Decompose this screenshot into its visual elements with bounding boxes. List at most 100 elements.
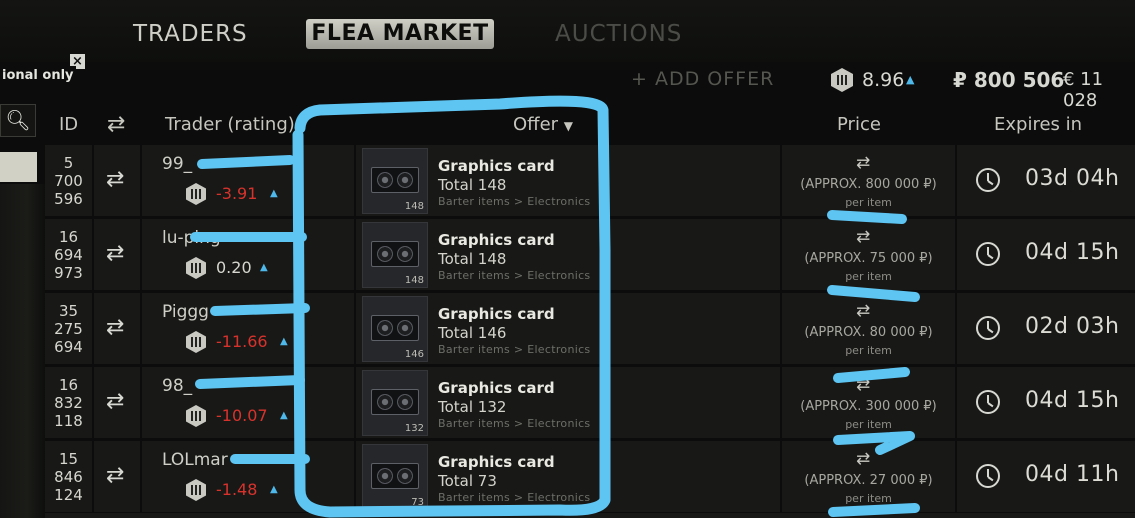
trader-cell[interactable]: LOLmar -1.48 ▲	[142, 441, 354, 512]
rating-coin-icon	[186, 331, 206, 353]
swap-cell[interactable]: ⇄	[94, 145, 140, 216]
offer-cell[interactable]: 148 Graphics card Total 148 Barter items…	[356, 219, 780, 290]
graphics-card-icon[interactable]: 148	[362, 222, 428, 288]
swap-icon: ⇄	[106, 167, 125, 192]
up-arrow-icon: ▲	[260, 262, 268, 273]
stack-count: 146	[404, 349, 424, 360]
trader-name[interactable]: LOLmar	[162, 450, 228, 470]
table-row[interactable]: 15 846 124 ⇄ LOLmar -1.48 ▲ 73 Graphics …	[45, 441, 1135, 512]
column-expires[interactable]: Expires in	[994, 107, 1082, 143]
offer-id: 35 275 694	[45, 293, 92, 364]
price-per-item: per item	[845, 196, 892, 209]
trader-cell[interactable]: Piggg -11.66 ▲	[142, 293, 354, 364]
clock-icon	[976, 242, 1000, 266]
tab-flea-market[interactable]: FLEA MARKET	[306, 19, 494, 49]
rating-coin-icon	[186, 405, 206, 427]
trader-rating: -1.48	[216, 480, 258, 499]
offer-id: 15 846 124	[45, 441, 92, 512]
side-panel[interactable]	[0, 152, 37, 182]
trader-name[interactable]: Piggg	[162, 302, 209, 322]
price-cell[interactable]: ⇄ (APPROX. 300 000 ₽) per item	[782, 367, 955, 438]
item-name: Graphics card	[438, 231, 555, 249]
rating-coin-icon	[186, 479, 206, 501]
item-total: Total 146	[438, 324, 507, 342]
trader-name[interactable]: lu-ping	[162, 228, 221, 248]
trader-name[interactable]: 99_	[162, 154, 192, 174]
offer-cell[interactable]: 73 Graphics card Total 73 Barter items >…	[356, 441, 780, 512]
price-per-item: per item	[845, 418, 892, 431]
btc-balance: 8.96	[862, 69, 905, 91]
price-cell[interactable]: ⇄ (APPROX. 75 000 ₽) per item	[782, 219, 955, 290]
column-swap-icon[interactable]: ⇄	[107, 107, 125, 143]
barter-swap-icon: ⇄	[856, 449, 871, 469]
item-total: Total 148	[438, 176, 507, 194]
search-button[interactable]: 🔍︎	[0, 104, 36, 137]
column-price[interactable]: Price	[837, 107, 881, 143]
graphics-card-icon[interactable]: 146	[362, 296, 428, 362]
up-arrow-icon: ▲	[270, 484, 278, 495]
filter-tag: ional only	[0, 66, 76, 86]
expires-cell: 03d 04h	[957, 145, 1135, 216]
price-cell[interactable]: ⇄ (APPROX. 27 000 ₽) per item	[782, 441, 955, 512]
expires-value: 04d 15h	[1025, 240, 1120, 265]
table-row[interactable]: 16 832 118 ⇄ 98_ -10.07 ▲ 132 Graphics c…	[45, 367, 1135, 438]
swap-icon: ⇄	[106, 463, 125, 488]
price-per-item: per item	[845, 492, 892, 505]
rating-coin-icon	[186, 183, 206, 205]
swap-cell[interactable]: ⇄	[94, 219, 140, 290]
barter-swap-icon: ⇄	[856, 375, 871, 395]
item-total: Total 73	[438, 472, 497, 490]
price-approx: (APPROX. 300 000 ₽)	[800, 399, 937, 414]
graphics-card-icon[interactable]: 132	[362, 370, 428, 436]
barter-swap-icon: ⇄	[856, 301, 871, 321]
swap-cell[interactable]: ⇄	[94, 441, 140, 512]
price-cell[interactable]: ⇄ (APPROX. 80 000 ₽) per item	[782, 293, 955, 364]
price-approx: (APPROX. 27 000 ₽)	[804, 473, 933, 488]
table-header: ID ⇄ Trader (rating) Offer ▼ Price Expir…	[45, 107, 1135, 143]
trader-cell[interactable]: 99_ -3.91 ▲	[142, 145, 354, 216]
table-row[interactable]: 5 700 596 ⇄ 99_ -3.91 ▲ 148 Graphics car…	[45, 145, 1135, 216]
stack-count: 148	[404, 201, 424, 212]
item-name: Graphics card	[438, 305, 555, 323]
offer-cell[interactable]: 132 Graphics card Total 132 Barter items…	[356, 367, 780, 438]
price-cell[interactable]: ⇄ (APPROX. 800 000 ₽) per item	[782, 145, 955, 216]
swap-cell[interactable]: ⇄	[94, 293, 140, 364]
add-offer-button[interactable]: + ADD OFFER	[631, 68, 774, 90]
price-per-item: per item	[845, 270, 892, 283]
trader-rating: -10.07	[216, 406, 268, 425]
offer-id: 16 694 973	[45, 219, 92, 290]
offer-cell[interactable]: 146 Graphics card Total 146 Barter items…	[356, 293, 780, 364]
price-approx: (APPROX. 80 000 ₽)	[804, 325, 933, 340]
trader-cell[interactable]: 98_ -10.07 ▲	[142, 367, 354, 438]
price-approx: (APPROX. 75 000 ₽)	[804, 251, 933, 266]
stack-count: 73	[411, 497, 424, 508]
barter-swap-icon: ⇄	[856, 227, 871, 247]
expires-value: 02d 03h	[1025, 314, 1120, 339]
swap-cell[interactable]: ⇄	[94, 367, 140, 438]
item-name: Graphics card	[438, 379, 555, 397]
graphics-card-icon[interactable]: 73	[362, 444, 428, 510]
column-trader[interactable]: Trader (rating)	[165, 107, 295, 143]
trader-name[interactable]: 98_	[162, 376, 192, 396]
price-per-item: per item	[845, 344, 892, 357]
column-offer[interactable]: Offer ▼	[513, 107, 573, 143]
up-arrow-icon: ▲	[906, 73, 915, 86]
table-row[interactable]: 35 275 694 ⇄ Piggg -11.66 ▲ 146 Graphics…	[45, 293, 1135, 364]
price-approx: (APPROX. 800 000 ₽)	[800, 177, 937, 192]
graphics-card-icon[interactable]: 148	[362, 148, 428, 214]
search-icon: 🔍︎	[5, 108, 31, 132]
stack-count: 148	[404, 275, 424, 286]
expires-cell: 04d 11h	[957, 441, 1135, 512]
tab-traders[interactable]: TRADERS	[133, 16, 248, 52]
expires-value: 04d 11h	[1025, 462, 1120, 487]
expires-cell: 04d 15h	[957, 219, 1135, 290]
side-background	[0, 184, 45, 518]
trader-cell[interactable]: lu-ping 0.20 ▲	[142, 219, 354, 290]
clock-icon	[976, 390, 1000, 414]
offer-cell[interactable]: 148 Graphics card Total 148 Barter items…	[356, 145, 780, 216]
column-id[interactable]: ID	[59, 107, 78, 143]
trader-rating: 0.20	[216, 258, 252, 277]
table-row[interactable]: 16 694 973 ⇄ lu-ping 0.20 ▲ 148 Graphics…	[45, 219, 1135, 290]
swap-icon: ⇄	[106, 241, 125, 266]
tab-auctions[interactable]: AUCTIONS	[555, 16, 682, 52]
